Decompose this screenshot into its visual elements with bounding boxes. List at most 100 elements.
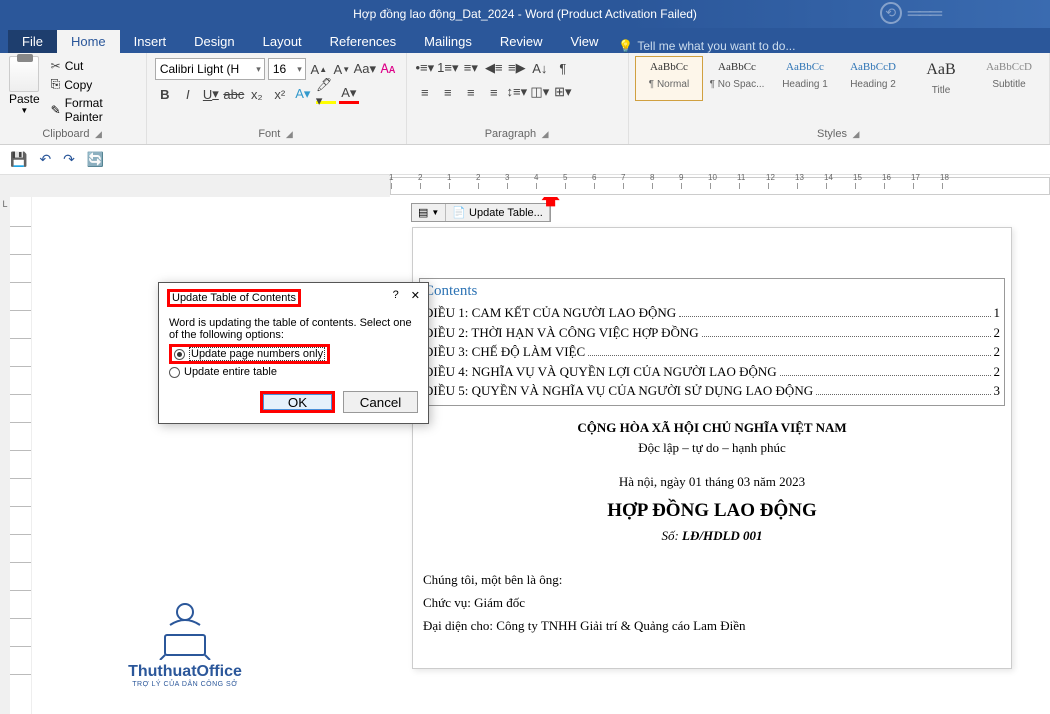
window-title: Hợp đồng lao động_Dat_2024 - Word (Produ… — [353, 7, 697, 21]
tab-view[interactable]: View — [556, 30, 612, 53]
style-preview: AaBbCc — [774, 61, 836, 73]
lines-deco-icon: ═══ — [908, 3, 940, 24]
tab-mailings[interactable]: Mailings — [410, 30, 486, 53]
ok-button[interactable]: OK — [260, 391, 335, 413]
radio-update-pages-label: Update page numbers only — [189, 347, 325, 361]
tab-home[interactable]: Home — [57, 30, 120, 53]
toc-row[interactable]: ĐIỀU 4: NGHĨA VỤ VÀ QUYỀN LỢI CỦA NGƯỜI … — [424, 362, 1000, 382]
tab-design[interactable]: Design — [180, 30, 248, 53]
styles-launcher[interactable]: ◢ — [851, 129, 861, 139]
underline-button[interactable]: U▾ — [201, 84, 221, 104]
doc-date: Hà nội, ngày 01 tháng 03 năm 2023 — [421, 474, 1003, 490]
style-name: ¶ No Spac... — [706, 79, 768, 90]
change-case-button[interactable]: Aa▾ — [355, 59, 375, 79]
tab-review[interactable]: Review — [486, 30, 557, 53]
watermark-logo: ThuthuatOffice TRỢ LÝ CỦA DÂN CÔNG SỞ — [100, 600, 270, 688]
borders-button[interactable]: ⊞▾ — [553, 82, 573, 102]
toc-row[interactable]: ĐIỀU 1: CAM KẾT CỦA NGƯỜI LAO ĐỘNG1 — [424, 303, 1000, 323]
dialog-close-button[interactable]: ✕ — [411, 289, 420, 307]
toc-row[interactable]: ĐIỀU 2: THỜI HẠN VÀ CÔNG VIỆC HỢP ĐỒNG2 — [424, 323, 1000, 343]
paste-icon — [9, 56, 39, 92]
increase-indent-button[interactable]: ≡▶ — [507, 58, 527, 78]
ribbon: Paste ▼ ✂Cut ⎘Copy ✎Format Painter Clipb… — [0, 53, 1050, 145]
show-marks-button[interactable]: ¶ — [553, 58, 573, 78]
style-name: ¶ Normal — [638, 79, 700, 90]
align-center-button[interactable]: ≡ — [438, 82, 458, 102]
paragraph-launcher[interactable]: ◢ — [540, 129, 550, 139]
strikethrough-button[interactable]: abc — [224, 84, 244, 104]
paragraph-group-label: Paragraph — [485, 128, 536, 140]
highlight-button[interactable]: 🖊▾ — [316, 84, 336, 104]
font-size-combo[interactable]: 16 — [268, 58, 306, 80]
justify-button[interactable]: ≡ — [484, 82, 504, 102]
toc-row[interactable]: ĐIỀU 5: QUYỀN VÀ NGHĨA VỤ CỦA NGƯỜI SỬ D… — [424, 381, 1000, 401]
decrease-indent-button[interactable]: ◀≡ — [484, 58, 504, 78]
style-title[interactable]: AaBTitle — [907, 56, 975, 101]
doc-para-2: Chức vụ: Giám đốc — [423, 591, 1003, 614]
tell-me-placeholder: Tell me what you want to do... — [637, 39, 795, 53]
redo-button[interactable]: ↷ — [63, 151, 75, 168]
toc-text: ĐIỀU 5: QUYỀN VÀ NGHĨA VỤ CỦA NGƯỜI SỬ D… — [424, 381, 813, 401]
tab-layout[interactable]: Layout — [249, 30, 316, 53]
radio-update-pages[interactable] — [174, 349, 185, 360]
toc-page: 1 — [994, 303, 1001, 323]
subscript-button[interactable]: x₂ — [247, 84, 267, 104]
dialog-help-button[interactable]: ? — [393, 289, 399, 307]
toc-leader — [780, 375, 991, 376]
radio-update-entire-label: Update entire table — [184, 366, 277, 378]
bold-button[interactable]: B — [155, 84, 175, 104]
multilevel-button[interactable]: ≡▾ — [461, 58, 481, 78]
align-left-button[interactable]: ≡ — [415, 82, 435, 102]
bullets-button[interactable]: •≡▾ — [415, 58, 435, 78]
clipboard-launcher[interactable]: ◢ — [93, 129, 103, 139]
repeat-button[interactable]: 🔄 — [87, 151, 104, 168]
copy-button[interactable]: ⎘Copy — [49, 76, 138, 93]
radio-update-entire[interactable] — [169, 367, 180, 378]
title-deco: ⟲ ═══ — [880, 2, 940, 24]
doc-motto: Độc lập – tự do – hạnh phúc — [421, 440, 1003, 456]
toc-dropdown-button[interactable]: ▤▼ — [412, 204, 446, 221]
doc-para-3: Đại diện cho: Công ty TNHH Giải trí & Qu… — [423, 614, 1003, 637]
update-table-label: Update Table... — [469, 207, 543, 219]
doc-para-1: Chúng tôi, một bên là ông: — [423, 568, 1003, 591]
toc-box[interactable]: Contents ĐIỀU 1: CAM KẾT CỦA NGƯỜI LAO Đ… — [419, 278, 1005, 406]
horizontal-ruler[interactable] — [390, 177, 1050, 195]
toc-handle[interactable]: ▤▼ 📄Update Table... 🡅 — [411, 203, 551, 222]
line-spacing-button[interactable]: ↕≡▾ — [507, 82, 527, 102]
style-normal[interactable]: AaBbCc¶ Normal — [635, 56, 703, 101]
scissors-icon: ✂ — [51, 59, 61, 73]
tell-me-search[interactable]: 💡Tell me what you want to do... — [618, 39, 795, 53]
cut-button[interactable]: ✂Cut — [49, 58, 138, 74]
style-nospacing[interactable]: AaBbCc¶ No Spac... — [703, 56, 771, 101]
brush-icon: ✎ — [51, 103, 61, 117]
sort-button[interactable]: A↓ — [530, 58, 550, 78]
style-heading1[interactable]: AaBbCcHeading 1 — [771, 56, 839, 101]
tab-references[interactable]: References — [316, 30, 410, 53]
tab-insert[interactable]: Insert — [120, 30, 181, 53]
update-table-button[interactable]: 📄Update Table... 🡅 — [446, 204, 550, 221]
style-subtitle[interactable]: AaBbCcDSubtitle — [975, 56, 1043, 101]
font-color-button[interactable]: A▾ — [339, 84, 359, 104]
clipboard-group-label: Clipboard — [42, 128, 89, 140]
clear-formatting-button[interactable]: 🗛 — [378, 59, 398, 79]
align-right-button[interactable]: ≡ — [461, 82, 481, 102]
title-bar: Hợp đồng lao động_Dat_2024 - Word (Produ… — [0, 0, 1050, 28]
undo-button[interactable]: ↶ — [39, 151, 51, 168]
italic-button[interactable]: I — [178, 84, 198, 104]
font-launcher[interactable]: ◢ — [284, 129, 294, 139]
numbering-button[interactable]: 1≡▾ — [438, 58, 458, 78]
paste-button[interactable]: Paste ▼ — [6, 56, 43, 128]
superscript-button[interactable]: x² — [270, 84, 290, 104]
style-heading2[interactable]: AaBbCcDHeading 2 — [839, 56, 907, 101]
tab-file[interactable]: File — [8, 30, 57, 53]
text-effects-button[interactable]: A▾ — [293, 84, 313, 104]
vertical-ruler[interactable] — [10, 197, 32, 714]
shading-button[interactable]: ◫▾ — [530, 82, 550, 102]
toc-text: ĐIỀU 3: CHẾ ĐỘ LÀM VIỆC — [424, 342, 585, 362]
save-button[interactable]: 💾 — [10, 151, 27, 168]
font-family-combo[interactable]: Calibri Light (H — [155, 58, 265, 80]
styles-gallery[interactable]: AaBbCc¶ Normal AaBbCc¶ No Spac... AaBbCc… — [635, 56, 1043, 101]
cancel-button[interactable]: Cancel — [343, 391, 418, 413]
toc-row[interactable]: ĐIỀU 3: CHẾ ĐỘ LÀM VIỆC2 — [424, 342, 1000, 362]
format-painter-button[interactable]: ✎Format Painter — [49, 95, 138, 125]
